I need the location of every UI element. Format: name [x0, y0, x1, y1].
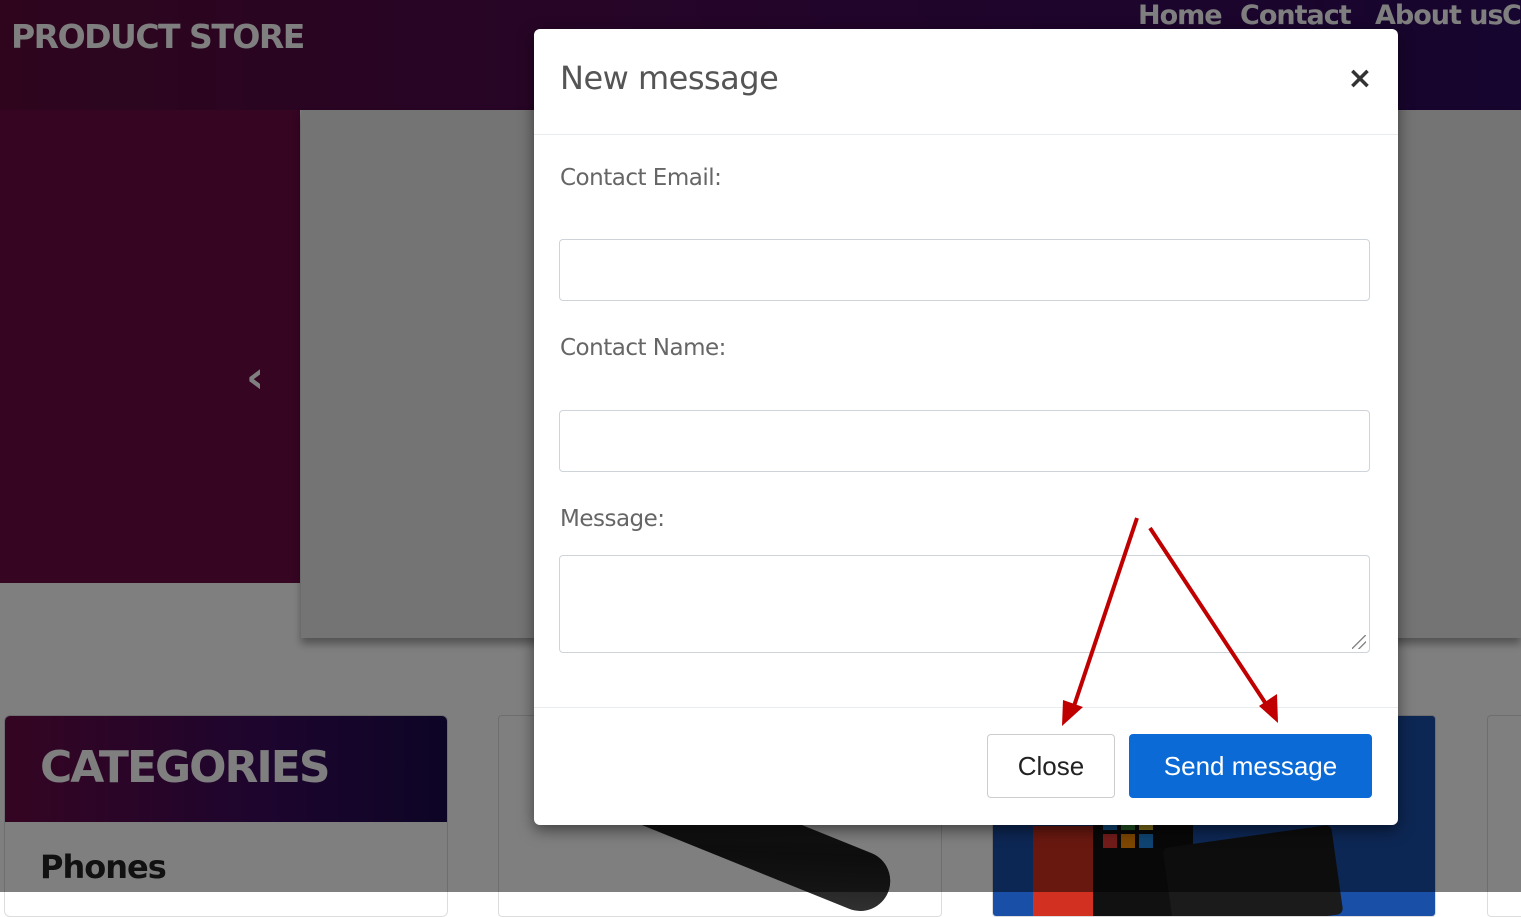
close-icon[interactable]: ×	[1344, 63, 1376, 95]
send-message-button[interactable]: Send message	[1129, 734, 1372, 798]
message-textarea[interactable]	[559, 555, 1370, 653]
resize-handle-icon[interactable]	[1352, 635, 1366, 649]
message-label: Message:	[560, 506, 665, 532]
modal-header: New message ×	[534, 29, 1398, 135]
close-button[interactable]: Close	[987, 734, 1115, 798]
contact-name-label: Contact Name:	[560, 335, 726, 361]
modal-title: New message	[560, 59, 779, 97]
contact-name-input[interactable]	[559, 410, 1370, 472]
contact-email-input[interactable]	[559, 239, 1370, 301]
new-message-modal: New message × Contact Email: Contact Nam…	[534, 29, 1398, 825]
contact-email-label: Contact Email:	[560, 165, 722, 191]
